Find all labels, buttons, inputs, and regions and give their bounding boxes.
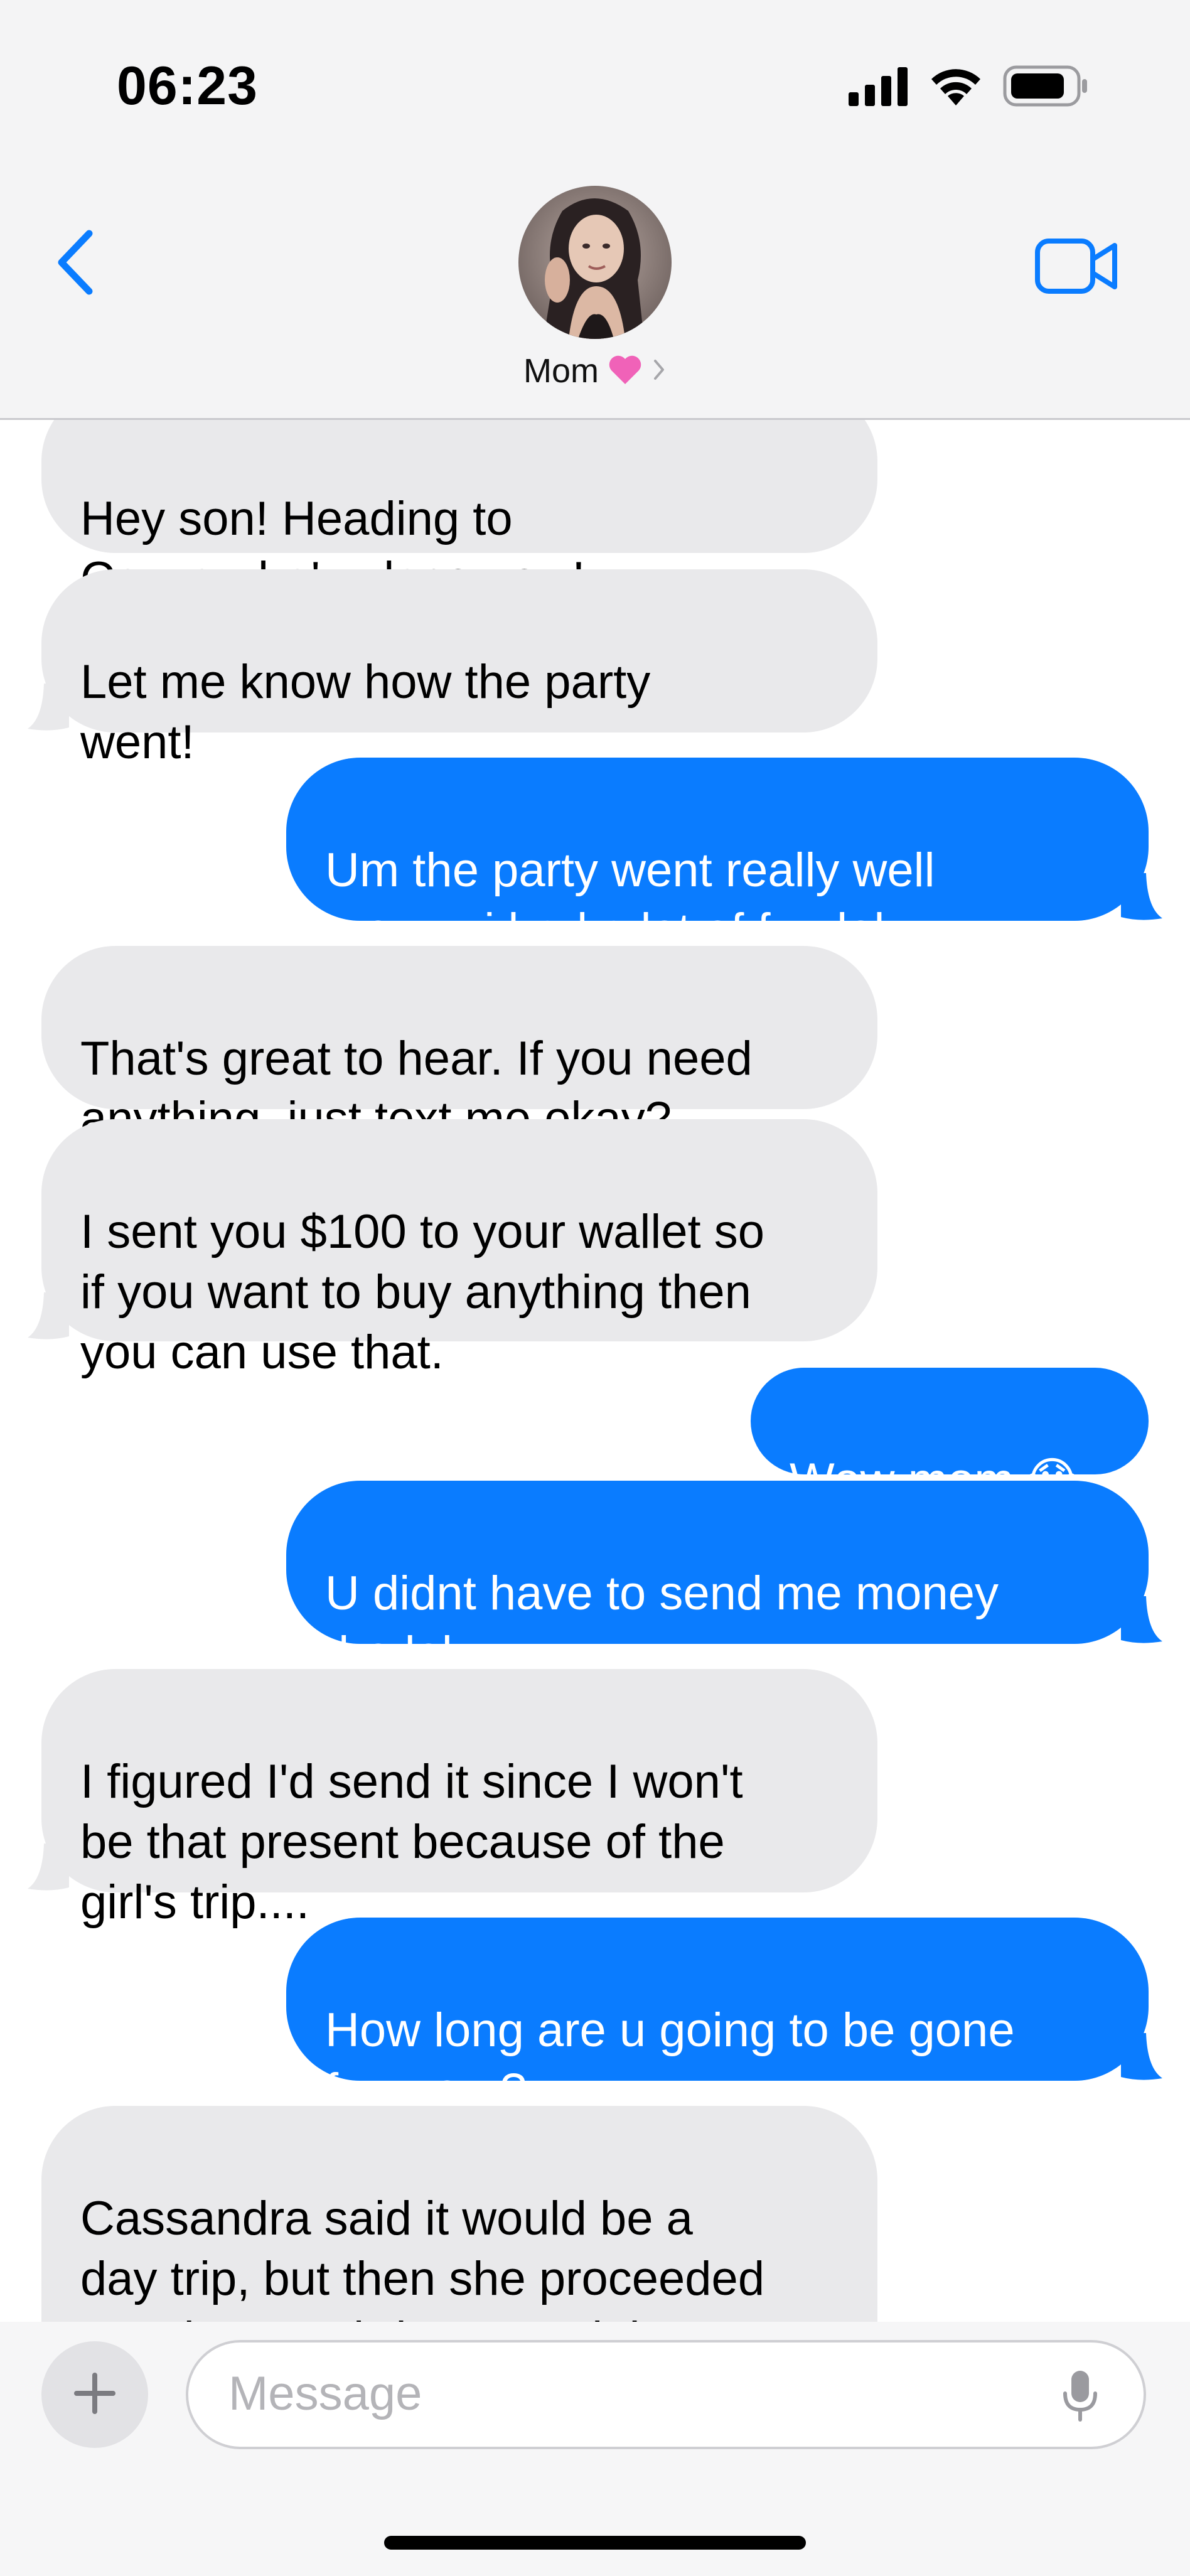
incoming-message[interactable]: That's great to hear. If you need anythi… [41, 946, 877, 1146]
messages-screen: 06:23 Mom Hey son! Heading to Let me kno… [0, 0, 1190, 2576]
video-call-button[interactable] [1033, 236, 1121, 299]
battery-icon [1003, 65, 1090, 110]
message-text: How long are u going to be gone for mom? [325, 2004, 1015, 2117]
message-placeholder: Message [228, 2367, 422, 2420]
incoming-bubble-tail [28, 684, 69, 731]
cellular-signal-icon [849, 66, 909, 109]
video-camera-icon [1034, 238, 1120, 298]
incoming-message[interactable]: I sent you $100 to your wallet so if you… [41, 1119, 877, 1379]
incoming-message[interactable]: I figured I'd send it since I won't be t… [41, 1669, 877, 1929]
message-text: U didnt have to send me money tho lol [325, 1567, 999, 1680]
home-indicator[interactable] [384, 2536, 806, 2550]
outgoing-message[interactable]: Wow mom 😱 [751, 1368, 1149, 1507]
back-button[interactable] [44, 226, 107, 301]
microphone-icon [1061, 2368, 1099, 2427]
incoming-bubble-tail [28, 1843, 69, 1891]
incoming-message[interactable]: Cassandra said it would be a day trip, b… [41, 2106, 877, 2322]
status-icons [849, 65, 1090, 109]
outgoing-message[interactable]: How long are u going to be gone for mom? [286, 1918, 1149, 2117]
outgoing-bubble-tail [1121, 1596, 1162, 1643]
pink-heart-icon [608, 354, 643, 389]
message-text: Cassandra said it would be a day trip, b… [80, 2192, 765, 2322]
outgoing-message[interactable]: U didnt have to send me money tho lol [286, 1481, 1149, 1680]
message-thread[interactable]: Hey son! Heading to Cassandra's place no… [0, 420, 1190, 2322]
apps-plus-button[interactable] [41, 2341, 148, 2448]
outgoing-message[interactable]: Um the party went really well mom... i h… [286, 758, 1149, 957]
message-input[interactable]: Message [186, 2340, 1146, 2449]
outgoing-bubble-tail [1121, 2033, 1162, 2080]
message-text: I sent you $100 to your wallet so if you… [80, 1205, 764, 1379]
status-time: 06:23 [117, 56, 258, 116]
contact-name: Mom [523, 352, 599, 390]
chevron-left-icon [55, 230, 95, 298]
contact-name-row[interactable]: Mom [0, 352, 1190, 390]
message-text: Um the party went really well mom... i h… [325, 844, 935, 957]
incoming-message[interactable]: Hey son! Heading to Cassandra's place no… [41, 420, 877, 606]
plus-icon [73, 2371, 117, 2418]
chevron-right-icon [651, 357, 667, 385]
conversation-header: 06:23 Mom [0, 0, 1190, 420]
contact-avatar[interactable] [518, 186, 672, 339]
incoming-message[interactable]: Let me know how the party went! [41, 569, 877, 769]
outgoing-bubble-tail [1121, 873, 1162, 920]
message-text: I figured I'd send it since I won't be t… [80, 1755, 743, 1929]
wifi-icon [928, 65, 984, 110]
incoming-bubble-tail [28, 1292, 69, 1339]
message-text: Let me know how the party went! [80, 655, 651, 769]
dictation-button[interactable] [1058, 2369, 1102, 2425]
